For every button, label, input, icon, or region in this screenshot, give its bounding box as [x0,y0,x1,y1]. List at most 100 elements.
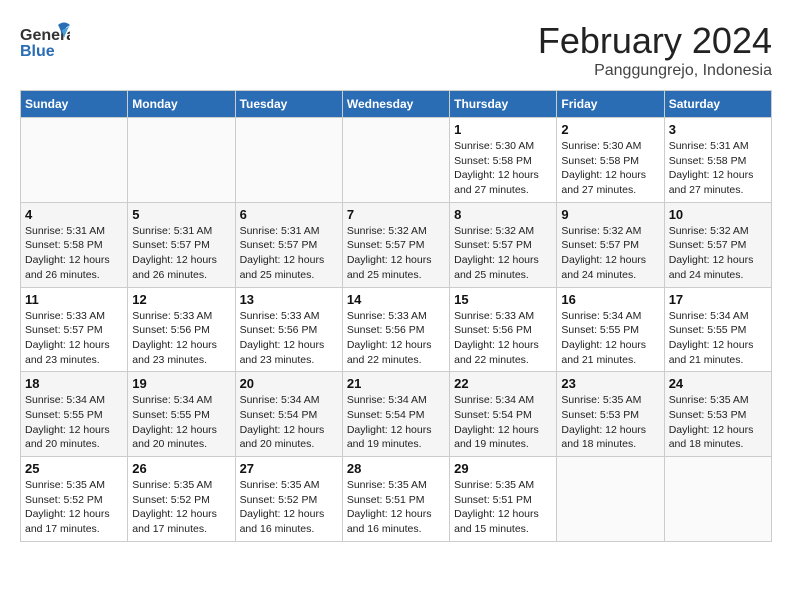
weekday-header: Tuesday [235,91,342,118]
day-number: 6 [240,207,338,222]
day-info: Sunrise: 5:31 AMSunset: 5:57 PMDaylight:… [240,224,338,283]
calendar-cell [128,118,235,203]
day-number: 17 [669,292,767,307]
page-header: General Blue February 2024 Panggungrejo,… [20,20,772,80]
calendar-cell: 10 Sunrise: 5:32 AMSunset: 5:57 PMDayligh… [664,202,771,287]
calendar-cell: 1 Sunrise: 5:30 AMSunset: 5:58 PMDaylight… [450,118,557,203]
day-info: Sunrise: 5:34 AMSunset: 5:55 PMDaylight:… [669,309,767,368]
calendar-cell: 2 Sunrise: 5:30 AMSunset: 5:58 PMDaylight… [557,118,664,203]
day-number: 21 [347,376,445,391]
day-number: 23 [561,376,659,391]
week-row: 11 Sunrise: 5:33 AMSunset: 5:57 PMDayligh… [21,287,772,372]
day-info: Sunrise: 5:34 AMSunset: 5:54 PMDaylight:… [240,393,338,452]
day-number: 11 [25,292,123,307]
calendar-cell: 20 Sunrise: 5:34 AMSunset: 5:54 PMDayligh… [235,372,342,457]
day-info: Sunrise: 5:33 AMSunset: 5:57 PMDaylight:… [25,309,123,368]
title-section: February 2024 Panggungrejo, Indonesia [538,20,772,80]
calendar-cell: 26 Sunrise: 5:35 AMSunset: 5:52 PMDayligh… [128,457,235,542]
calendar-cell: 22 Sunrise: 5:34 AMSunset: 5:54 PMDayligh… [450,372,557,457]
day-info: Sunrise: 5:34 AMSunset: 5:54 PMDaylight:… [454,393,552,452]
day-info: Sunrise: 5:32 AMSunset: 5:57 PMDaylight:… [561,224,659,283]
weekday-header: Friday [557,91,664,118]
calendar-cell: 27 Sunrise: 5:35 AMSunset: 5:52 PMDayligh… [235,457,342,542]
day-number: 22 [454,376,552,391]
day-number: 24 [669,376,767,391]
calendar-cell [342,118,449,203]
day-info: Sunrise: 5:33 AMSunset: 5:56 PMDaylight:… [347,309,445,368]
weekday-header: Wednesday [342,91,449,118]
day-info: Sunrise: 5:34 AMSunset: 5:55 PMDaylight:… [25,393,123,452]
calendar-cell [557,457,664,542]
day-number: 26 [132,461,230,476]
day-info: Sunrise: 5:33 AMSunset: 5:56 PMDaylight:… [132,309,230,368]
day-number: 1 [454,122,552,137]
calendar-cell: 25 Sunrise: 5:35 AMSunset: 5:52 PMDayligh… [21,457,128,542]
day-number: 13 [240,292,338,307]
day-number: 27 [240,461,338,476]
day-info: Sunrise: 5:35 AMSunset: 5:51 PMDaylight:… [347,478,445,537]
calendar-cell: 16 Sunrise: 5:34 AMSunset: 5:55 PMDayligh… [557,287,664,372]
day-info: Sunrise: 5:30 AMSunset: 5:58 PMDaylight:… [561,139,659,198]
calendar-cell: 18 Sunrise: 5:34 AMSunset: 5:55 PMDayligh… [21,372,128,457]
day-info: Sunrise: 5:34 AMSunset: 5:55 PMDaylight:… [561,309,659,368]
day-info: Sunrise: 5:33 AMSunset: 5:56 PMDaylight:… [454,309,552,368]
calendar-cell: 21 Sunrise: 5:34 AMSunset: 5:54 PMDayligh… [342,372,449,457]
calendar-cell [235,118,342,203]
calendar-header-row: SundayMondayTuesdayWednesdayThursdayFrid… [21,91,772,118]
calendar-cell: 7 Sunrise: 5:32 AMSunset: 5:57 PMDaylight… [342,202,449,287]
calendar-cell: 15 Sunrise: 5:33 AMSunset: 5:56 PMDayligh… [450,287,557,372]
day-info: Sunrise: 5:35 AMSunset: 5:52 PMDaylight:… [132,478,230,537]
day-number: 20 [240,376,338,391]
logo: General Blue [20,20,70,70]
calendar-cell: 3 Sunrise: 5:31 AMSunset: 5:58 PMDaylight… [664,118,771,203]
day-info: Sunrise: 5:33 AMSunset: 5:56 PMDaylight:… [240,309,338,368]
day-number: 10 [669,207,767,222]
day-info: Sunrise: 5:35 AMSunset: 5:53 PMDaylight:… [669,393,767,452]
day-number: 8 [454,207,552,222]
day-info: Sunrise: 5:30 AMSunset: 5:58 PMDaylight:… [454,139,552,198]
day-info: Sunrise: 5:34 AMSunset: 5:54 PMDaylight:… [347,393,445,452]
day-number: 9 [561,207,659,222]
day-info: Sunrise: 5:35 AMSunset: 5:52 PMDaylight:… [240,478,338,537]
calendar-cell [664,457,771,542]
day-info: Sunrise: 5:32 AMSunset: 5:57 PMDaylight:… [669,224,767,283]
weekday-header: Monday [128,91,235,118]
calendar-cell: 13 Sunrise: 5:33 AMSunset: 5:56 PMDayligh… [235,287,342,372]
day-number: 15 [454,292,552,307]
calendar-cell: 19 Sunrise: 5:34 AMSunset: 5:55 PMDayligh… [128,372,235,457]
calendar-cell: 23 Sunrise: 5:35 AMSunset: 5:53 PMDayligh… [557,372,664,457]
day-number: 12 [132,292,230,307]
calendar-cell: 5Sunrise: 5:31 AMSunset: 5:57 PMDaylight… [128,202,235,287]
day-number: 3 [669,122,767,137]
day-info: Sunrise: 5:35 AMSunset: 5:52 PMDaylight:… [25,478,123,537]
calendar-cell: 29 Sunrise: 5:35 AMSunset: 5:51 PMDayligh… [450,457,557,542]
calendar-table: SundayMondayTuesdayWednesdayThursdayFrid… [20,90,772,542]
day-number: 4 [25,207,123,222]
month-title: February 2024 [538,20,772,62]
weekday-header: Saturday [664,91,771,118]
day-info: Sunrise: 5:34 AMSunset: 5:55 PMDaylight:… [132,393,230,452]
calendar-cell: 17 Sunrise: 5:34 AMSunset: 5:55 PMDayligh… [664,287,771,372]
svg-text:Blue: Blue [20,43,55,60]
day-info: Sunrise: 5:35 AMSunset: 5:51 PMDaylight:… [454,478,552,537]
week-row: 18 Sunrise: 5:34 AMSunset: 5:55 PMDayligh… [21,372,772,457]
day-number: 2 [561,122,659,137]
calendar-cell [21,118,128,203]
day-number: 7 [347,207,445,222]
day-number: 19 [132,376,230,391]
day-number: 29 [454,461,552,476]
day-info: Sunrise: 5:32 AMSunset: 5:57 PMDaylight:… [347,224,445,283]
weekday-header: Thursday [450,91,557,118]
day-number: 25 [25,461,123,476]
day-number: 16 [561,292,659,307]
day-info: Sunrise: 5:35 AMSunset: 5:53 PMDaylight:… [561,393,659,452]
calendar-cell: 24 Sunrise: 5:35 AMSunset: 5:53 PMDayligh… [664,372,771,457]
calendar-cell: 8Sunrise: 5:32 AMSunset: 5:57 PMDaylight… [450,202,557,287]
day-info: Sunrise: 5:31 AMSunset: 5:58 PMDaylight:… [669,139,767,198]
day-number: 18 [25,376,123,391]
day-info: Sunrise: 5:31 AMSunset: 5:58 PMDaylight:… [25,224,123,283]
weekday-header: Sunday [21,91,128,118]
week-row: 25 Sunrise: 5:35 AMSunset: 5:52 PMDayligh… [21,457,772,542]
calendar-cell: 11 Sunrise: 5:33 AMSunset: 5:57 PMDayligh… [21,287,128,372]
week-row: 1 Sunrise: 5:30 AMSunset: 5:58 PMDaylight… [21,118,772,203]
